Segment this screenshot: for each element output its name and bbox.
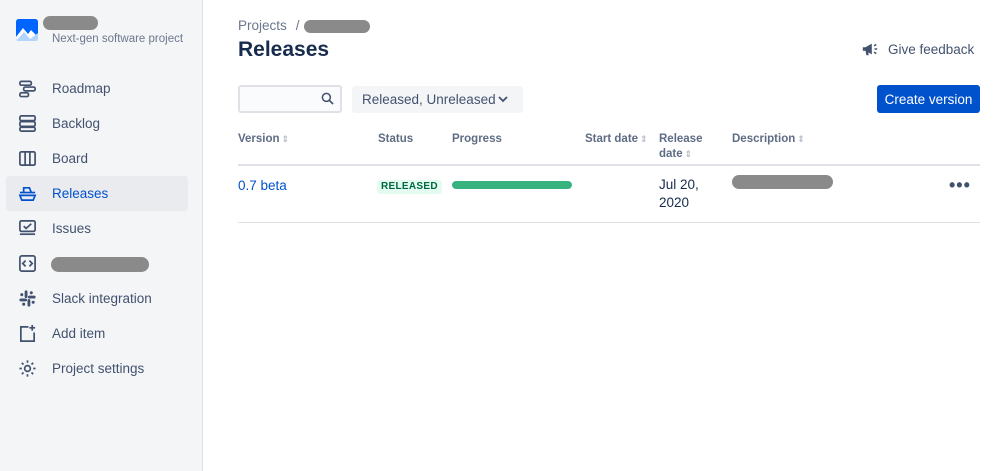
sidebar-item-board[interactable]: Board	[6, 141, 188, 176]
project-avatar	[16, 19, 38, 41]
code-icon	[19, 255, 36, 272]
column-header-start-date[interactable]: Start date ⇕	[585, 132, 648, 147]
search-icon	[321, 92, 334, 105]
redacted-description	[732, 175, 833, 189]
slack-icon	[19, 290, 36, 307]
table-row-divider	[238, 222, 980, 223]
project-header[interactable]: Next-gen software project	[16, 16, 196, 56]
add-item-icon	[19, 324, 36, 342]
table-header-divider	[238, 164, 980, 166]
chevron-down-icon	[498, 96, 508, 103]
sidebar-item-label: Releases	[52, 186, 109, 201]
search-input[interactable]	[246, 87, 318, 111]
megaphone-icon	[862, 43, 878, 56]
sidebar-item-roadmap[interactable]: Roadmap	[6, 71, 188, 106]
sort-icon: ⇕	[281, 134, 290, 144]
search-field[interactable]	[238, 85, 342, 113]
status-filter-dropdown[interactable]: Released, Unreleased	[352, 86, 523, 113]
version-link[interactable]: 0.7 beta	[238, 178, 287, 193]
give-feedback-label: Give feedback	[888, 41, 975, 57]
status-badge: RELEASED	[377, 180, 442, 194]
releases-icon	[18, 186, 37, 202]
status-filter-label: Released, Unreleased	[362, 92, 496, 107]
sidebar-item-slack-integration[interactable]: Slack integration	[6, 281, 188, 316]
redacted-breadcrumb-project[interactable]	[303, 20, 370, 33]
sidebar-item-backlog[interactable]: Backlog	[6, 106, 188, 141]
sidebar-item-label: Add item	[52, 326, 106, 341]
sort-icon: ⇕	[640, 134, 648, 144]
sidebar-item-label: Slack integration	[52, 291, 152, 306]
backlog-icon	[19, 115, 36, 132]
sidebar-item-label: Board	[52, 151, 89, 166]
gear-icon	[19, 360, 36, 377]
project-type-label: Next-gen software project	[52, 33, 184, 45]
column-header-progress: Progress	[452, 133, 502, 145]
progress-bar	[452, 181, 572, 189]
sidebar-item-project-settings[interactable]: Project settings	[6, 351, 188, 386]
progress-bar-fill	[452, 181, 572, 189]
sort-icon: ⇕	[684, 149, 693, 159]
breadcrumb: Projects /	[238, 18, 370, 33]
sidebar-item-releases[interactable]: Releases	[6, 176, 188, 211]
sidebar-item-issues[interactable]: Issues	[6, 211, 188, 246]
column-header-release-date[interactable]: Release date ⇕	[659, 132, 702, 162]
column-header-version[interactable]: Version ⇕	[238, 132, 289, 147]
issues-icon	[19, 220, 36, 236]
more-actions-button[interactable]: •••	[949, 175, 971, 196]
breadcrumb-projects-link[interactable]: Projects	[238, 18, 287, 33]
sidebar-item-label: Issues	[52, 221, 92, 236]
create-version-button[interactable]: Create version	[877, 85, 980, 113]
column-header-description[interactable]: Description ⇕	[732, 132, 805, 147]
column-header-status: Status	[378, 133, 414, 145]
sidebar-item-label: Project settings	[52, 361, 145, 376]
page-title: Releases	[238, 38, 330, 61]
sidebar: Next-gen software project Roadmap Backlo…	[0, 0, 203, 471]
board-icon	[19, 150, 36, 167]
redacted-item-label	[51, 257, 149, 272]
give-feedback-button[interactable]: Give feedback	[861, 40, 974, 58]
sidebar-item-label: Roadmap	[52, 81, 111, 96]
release-date-cell: Jul 20, 2020	[659, 177, 699, 210]
sort-icon: ⇕	[797, 134, 805, 144]
sidebar-item-label: Backlog	[52, 116, 101, 131]
breadcrumb-separator: /	[295, 18, 300, 33]
main-content: Projects / Releases Give feedback Releas…	[203, 0, 999, 471]
redacted-project-name	[43, 16, 98, 30]
sidebar-nav: Roadmap Backlog Board Releases Issues Sl…	[6, 71, 188, 386]
roadmap-icon	[19, 80, 36, 98]
sidebar-item-add-item[interactable]: Add item	[6, 316, 188, 351]
sidebar-item-code[interactable]	[6, 246, 188, 281]
